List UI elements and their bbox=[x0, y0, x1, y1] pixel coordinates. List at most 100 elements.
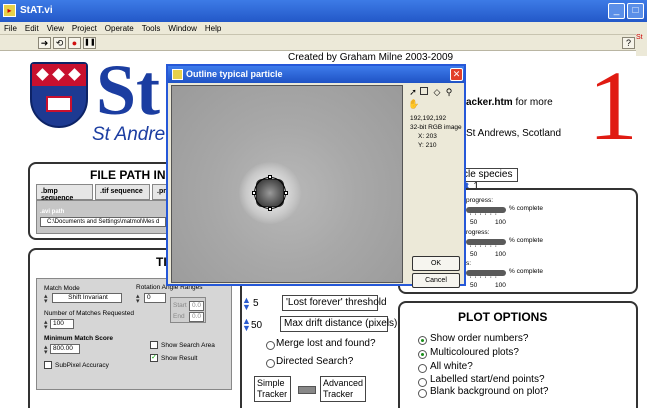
blank-background-radio[interactable] bbox=[418, 389, 427, 398]
start-value[interactable]: 0.0 bbox=[189, 301, 204, 311]
num-matches-spinner[interactable]: ▴ ▾ bbox=[44, 319, 48, 331]
university-crest-icon bbox=[30, 62, 88, 128]
dialog-close-button[interactable]: ✕ bbox=[450, 68, 463, 81]
rotation-spinner[interactable]: ▴ ▾ bbox=[136, 293, 140, 305]
progress-row-2-complete: % complete bbox=[509, 237, 543, 244]
file-path-title: FILE PATH INP bbox=[90, 168, 174, 182]
big-one-indicator: 1 bbox=[588, 50, 638, 161]
dialog-titlebar: Outline typical particle ✕ bbox=[168, 66, 464, 83]
selection-handle-right[interactable] bbox=[284, 191, 288, 195]
simple-tracker-label[interactable]: Simple Tracker bbox=[254, 376, 291, 402]
polygon-tool-icon[interactable]: ◇ bbox=[432, 87, 442, 97]
labview-app-icon: ▸ bbox=[3, 4, 16, 17]
show-result-label: Show Result bbox=[161, 355, 198, 362]
selection-handle-bottom[interactable] bbox=[268, 207, 272, 211]
x-value: 203 bbox=[425, 133, 437, 140]
multicoloured-plots-label: Multicoloured plots? bbox=[430, 347, 519, 358]
particle-image-canvas[interactable] bbox=[171, 85, 403, 283]
window-titlebar: ▸ StAT.vi _ □ bbox=[0, 0, 647, 22]
labelled-points-radio[interactable] bbox=[418, 378, 427, 387]
progress-row-2-label: rogress: bbox=[466, 229, 490, 236]
num-matches-value[interactable]: 100 bbox=[50, 319, 74, 329]
avi-path-label: .avi path bbox=[40, 209, 65, 215]
show-order-numbers-label: Show order numbers? bbox=[430, 333, 529, 344]
rectangle-tool-icon[interactable] bbox=[420, 87, 428, 95]
match-mode-label: Match Mode bbox=[44, 285, 80, 292]
menu-file[interactable]: File bbox=[0, 22, 21, 35]
lost-forever-value[interactable]: 5 bbox=[253, 298, 259, 309]
min-score-label: Minimum Match Score bbox=[44, 335, 113, 342]
tab-tif-sequence[interactable]: .tif sequence bbox=[95, 184, 150, 200]
pan-tool-icon[interactable]: ✋ bbox=[408, 99, 419, 109]
progress-row-3-label: s: bbox=[466, 260, 472, 267]
pause-button[interactable]: ❚❚ bbox=[83, 37, 96, 49]
end-value[interactable]: 0.0 bbox=[189, 312, 204, 322]
rotation-value[interactable]: 0 bbox=[144, 293, 166, 303]
lost-forever-spinner[interactable]: ▲ ▼ bbox=[242, 296, 251, 312]
max-drift-value[interactable]: 50 bbox=[251, 320, 262, 331]
menu-bar: File Edit View Project Operate Tools Window Hel… bbox=[0, 22, 647, 35]
progress-row-3-complete: % complete bbox=[509, 268, 543, 275]
progress-row-3-max: 100 bbox=[495, 282, 506, 289]
min-score-spinner[interactable]: ▴ ▾ bbox=[44, 344, 48, 356]
run-button[interactable]: ➜ bbox=[38, 37, 51, 49]
outline-particle-dialog: Outline typical particle ✕ ➚ ◇ ⚲ ✋ 192,1… bbox=[166, 64, 466, 288]
simple-tracker-line2: Tracker bbox=[257, 389, 288, 399]
progress-row-2-max: 100 bbox=[495, 251, 506, 258]
max-drift-spinner[interactable]: ▲ ▼ bbox=[242, 317, 251, 333]
menu-tools[interactable]: Tools bbox=[138, 22, 165, 35]
selection-handle-left[interactable] bbox=[252, 191, 256, 195]
minimize-button[interactable]: _ bbox=[608, 3, 625, 19]
labelled-points-label: Labelled start/end points? bbox=[430, 374, 545, 385]
selection-handle-top[interactable] bbox=[268, 175, 272, 179]
credit-text: Created by Graham Milne 2003-2009 bbox=[288, 52, 454, 63]
ok-button[interactable]: OK bbox=[412, 256, 460, 271]
directed-search-radio[interactable] bbox=[266, 359, 275, 368]
progress-row-1-mid: 50 bbox=[470, 219, 478, 226]
lost-forever-label: 'Lost forever' threshold bbox=[282, 295, 387, 311]
cancel-button[interactable]: Cancel bbox=[412, 273, 460, 288]
zoom-tool-icon[interactable]: ⚲ bbox=[444, 87, 454, 97]
advanced-tracker-label[interactable]: Advanced Tracker bbox=[320, 376, 366, 402]
run-continuously-button[interactable]: ⟲ bbox=[53, 37, 66, 49]
match-mode-spinner[interactable]: ▴ ▾ bbox=[44, 293, 48, 305]
menu-view[interactable]: View bbox=[43, 22, 68, 35]
show-order-numbers-radio[interactable] bbox=[418, 336, 427, 345]
show-search-area-checkbox[interactable] bbox=[150, 341, 158, 349]
simple-tracker-line1: Simple bbox=[257, 378, 285, 388]
menu-project[interactable]: Project bbox=[68, 22, 101, 35]
all-white-label: All white? bbox=[430, 361, 473, 372]
menu-operate[interactable]: Operate bbox=[101, 22, 138, 35]
directed-search-label: Directed Search? bbox=[276, 356, 354, 367]
tracker-link-text: acker.htm for more bbox=[466, 97, 553, 108]
pixel-info: 192,192,192 32-bit RGB image X: 203 Y: 2… bbox=[410, 114, 462, 150]
particle-species-control[interactable]: cle species ⬍ 1 bbox=[460, 168, 518, 192]
tracker-toggle-switch[interactable] bbox=[298, 386, 316, 394]
particle-selection-outline[interactable] bbox=[254, 177, 286, 209]
avi-path-field[interactable]: C:\Documents and Settings\matmol\Mes d bbox=[40, 217, 166, 227]
menu-edit[interactable]: Edit bbox=[21, 22, 43, 35]
logo-text: St bbox=[96, 50, 161, 130]
subpixel-checkbox[interactable] bbox=[44, 361, 52, 369]
merge-radio[interactable] bbox=[266, 341, 275, 350]
help-button[interactable]: ? bbox=[622, 37, 635, 49]
abort-button[interactable]: ● bbox=[68, 37, 81, 49]
arrow-tool-icon[interactable]: ➚ bbox=[408, 87, 418, 97]
maximize-button[interactable]: □ bbox=[627, 3, 644, 19]
match-mode-select[interactable]: Shift Invariant bbox=[52, 293, 122, 303]
advanced-tracker-line1: Advanced bbox=[323, 378, 364, 388]
subpixel-label: SubPixel Accuracy bbox=[55, 362, 109, 369]
progress-row-2-mid: 50 bbox=[470, 251, 478, 258]
min-score-value[interactable]: 800.00 bbox=[50, 344, 80, 354]
pixel-value: 192,192,192 bbox=[410, 115, 447, 122]
menu-window[interactable]: Window bbox=[164, 22, 200, 35]
tab-bmp-sequence[interactable]: .bmp sequence bbox=[36, 184, 93, 202]
menu-help[interactable]: Help bbox=[201, 22, 225, 35]
toolbar: ➜ ⟲ ● ❚❚ ? bbox=[0, 35, 647, 51]
tracker-link-filename[interactable]: acker.htm bbox=[466, 97, 513, 108]
merge-label: Merge lost and found? bbox=[276, 338, 376, 349]
all-white-radio[interactable] bbox=[418, 364, 427, 373]
multicoloured-plots-radio[interactable] bbox=[418, 350, 427, 359]
show-result-checkbox[interactable]: ✓ bbox=[150, 354, 158, 362]
start-label: Start bbox=[173, 302, 187, 309]
